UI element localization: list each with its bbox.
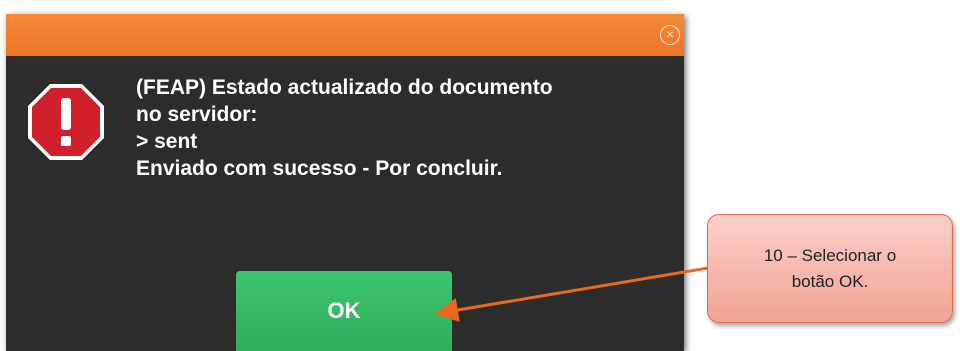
callout-line: 10 – Selecionar o [763, 245, 897, 265]
callout-line: botão OK. [791, 271, 869, 291]
message-line: no servidor: [136, 103, 258, 126]
close-icon[interactable]: × [660, 25, 680, 45]
dialog-message: (FEAP) Estado actualizado do documento n… [136, 74, 676, 182]
dialog-header: × [6, 14, 684, 56]
error-dialog: × (FEAP) Estado actualizado do documento… [6, 14, 684, 351]
instruction-callout: 10 – Selecionar o botão OK. [707, 214, 953, 323]
message-line: (FEAP) Estado actualizado do documento [136, 76, 553, 99]
message-line: Enviado com sucesso - Por concluir. [136, 157, 503, 180]
stop-error-icon [28, 84, 104, 160]
screenshot-stage: × (FEAP) Estado actualizado do documento… [0, 0, 960, 351]
ok-button[interactable]: OK [236, 271, 452, 351]
message-line: > sent [136, 130, 198, 153]
